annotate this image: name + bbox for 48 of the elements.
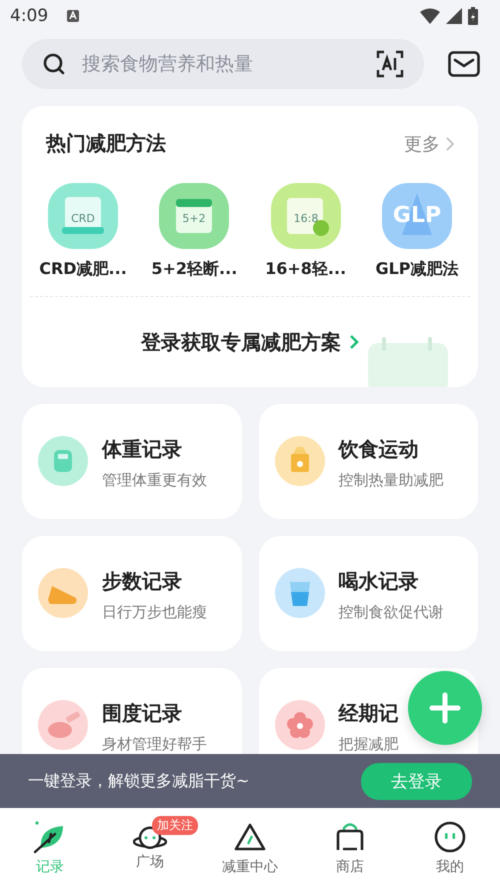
tab-item[interactable]: 商店 (300, 808, 400, 888)
record-subtitle: 管理体重更有效 (102, 471, 207, 490)
record-title: 围度记录 (102, 700, 183, 727)
method-item[interactable]: 16:8 16+8轻... (252, 183, 359, 280)
record-subtitle: 控制食欲促代谢 (338, 603, 444, 622)
method-icon: 5+2 (159, 183, 230, 249)
record-title: 步数记录 (102, 568, 183, 595)
record-subtitle: 把握减肥 (338, 735, 398, 754)
ai-scan-icon[interactable] (376, 50, 404, 78)
record-title: 经期记 (338, 700, 398, 727)
method-item[interactable]: CRD CRD减肥... (30, 183, 136, 280)
search-field[interactable]: 搜索食物营养和热量 (22, 39, 424, 89)
record-card[interactable]: 饮食运动 控制热量助减肥 (258, 404, 478, 519)
follow-badge: 加关注 (152, 816, 198, 835)
method-icon: CRD (48, 183, 118, 249)
record-title: 饮食运动 (338, 436, 420, 463)
plus-icon (429, 692, 461, 724)
status-time: 4:09 (10, 6, 48, 26)
tab-item[interactable]: 我的 (400, 808, 500, 888)
tab-item[interactable]: 加关注 广场 (100, 808, 200, 888)
method-icon: 16:8 (270, 183, 341, 249)
record-card[interactable]: 喝水记录 控制食欲促代谢 (258, 536, 478, 651)
method-item[interactable]: GLP GLP减肥法 (364, 183, 470, 280)
chevron-right-icon (349, 334, 359, 350)
search-icon (42, 52, 66, 76)
more-link[interactable]: 更多 (404, 132, 454, 156)
login-plan-link[interactable]: 登录获取专属减肥方案 (141, 328, 359, 356)
method-icon: GLP (382, 183, 452, 249)
smiley-icon (433, 820, 467, 854)
record-subtitle: 控制热量助减肥 (338, 471, 444, 490)
record-subtitle: 日行万步也能瘦 (102, 603, 207, 622)
record-card[interactable]: 围度记录 身材管理好帮手 (22, 668, 242, 754)
method-item[interactable]: 5+2 5+2轻断... (141, 183, 248, 280)
record-card[interactable]: 体重记录 管理体重更有效 (22, 404, 242, 519)
banner-text: 一键登录，解锁更多减脂干货~ (28, 770, 250, 792)
record-title: 体重记录 (102, 436, 183, 463)
chevron-right-icon (446, 136, 454, 150)
record-subtitle: 身材管理好帮手 (102, 735, 207, 754)
record-title: 喝水记录 (338, 568, 420, 595)
record-card[interactable]: 步数记录 日行万步也能瘦 (22, 536, 242, 651)
battery-icon (468, 7, 478, 25)
mail-icon[interactable] (448, 51, 480, 77)
section-title: 热门减肥方法 (46, 130, 166, 157)
tab-item[interactable]: 减重中心 (200, 808, 300, 888)
wifi-icon (420, 8, 440, 24)
search-input[interactable]: 搜索食物营养和热量 (80, 52, 362, 76)
notification-icon (66, 9, 80, 23)
signal-icon (446, 8, 462, 24)
